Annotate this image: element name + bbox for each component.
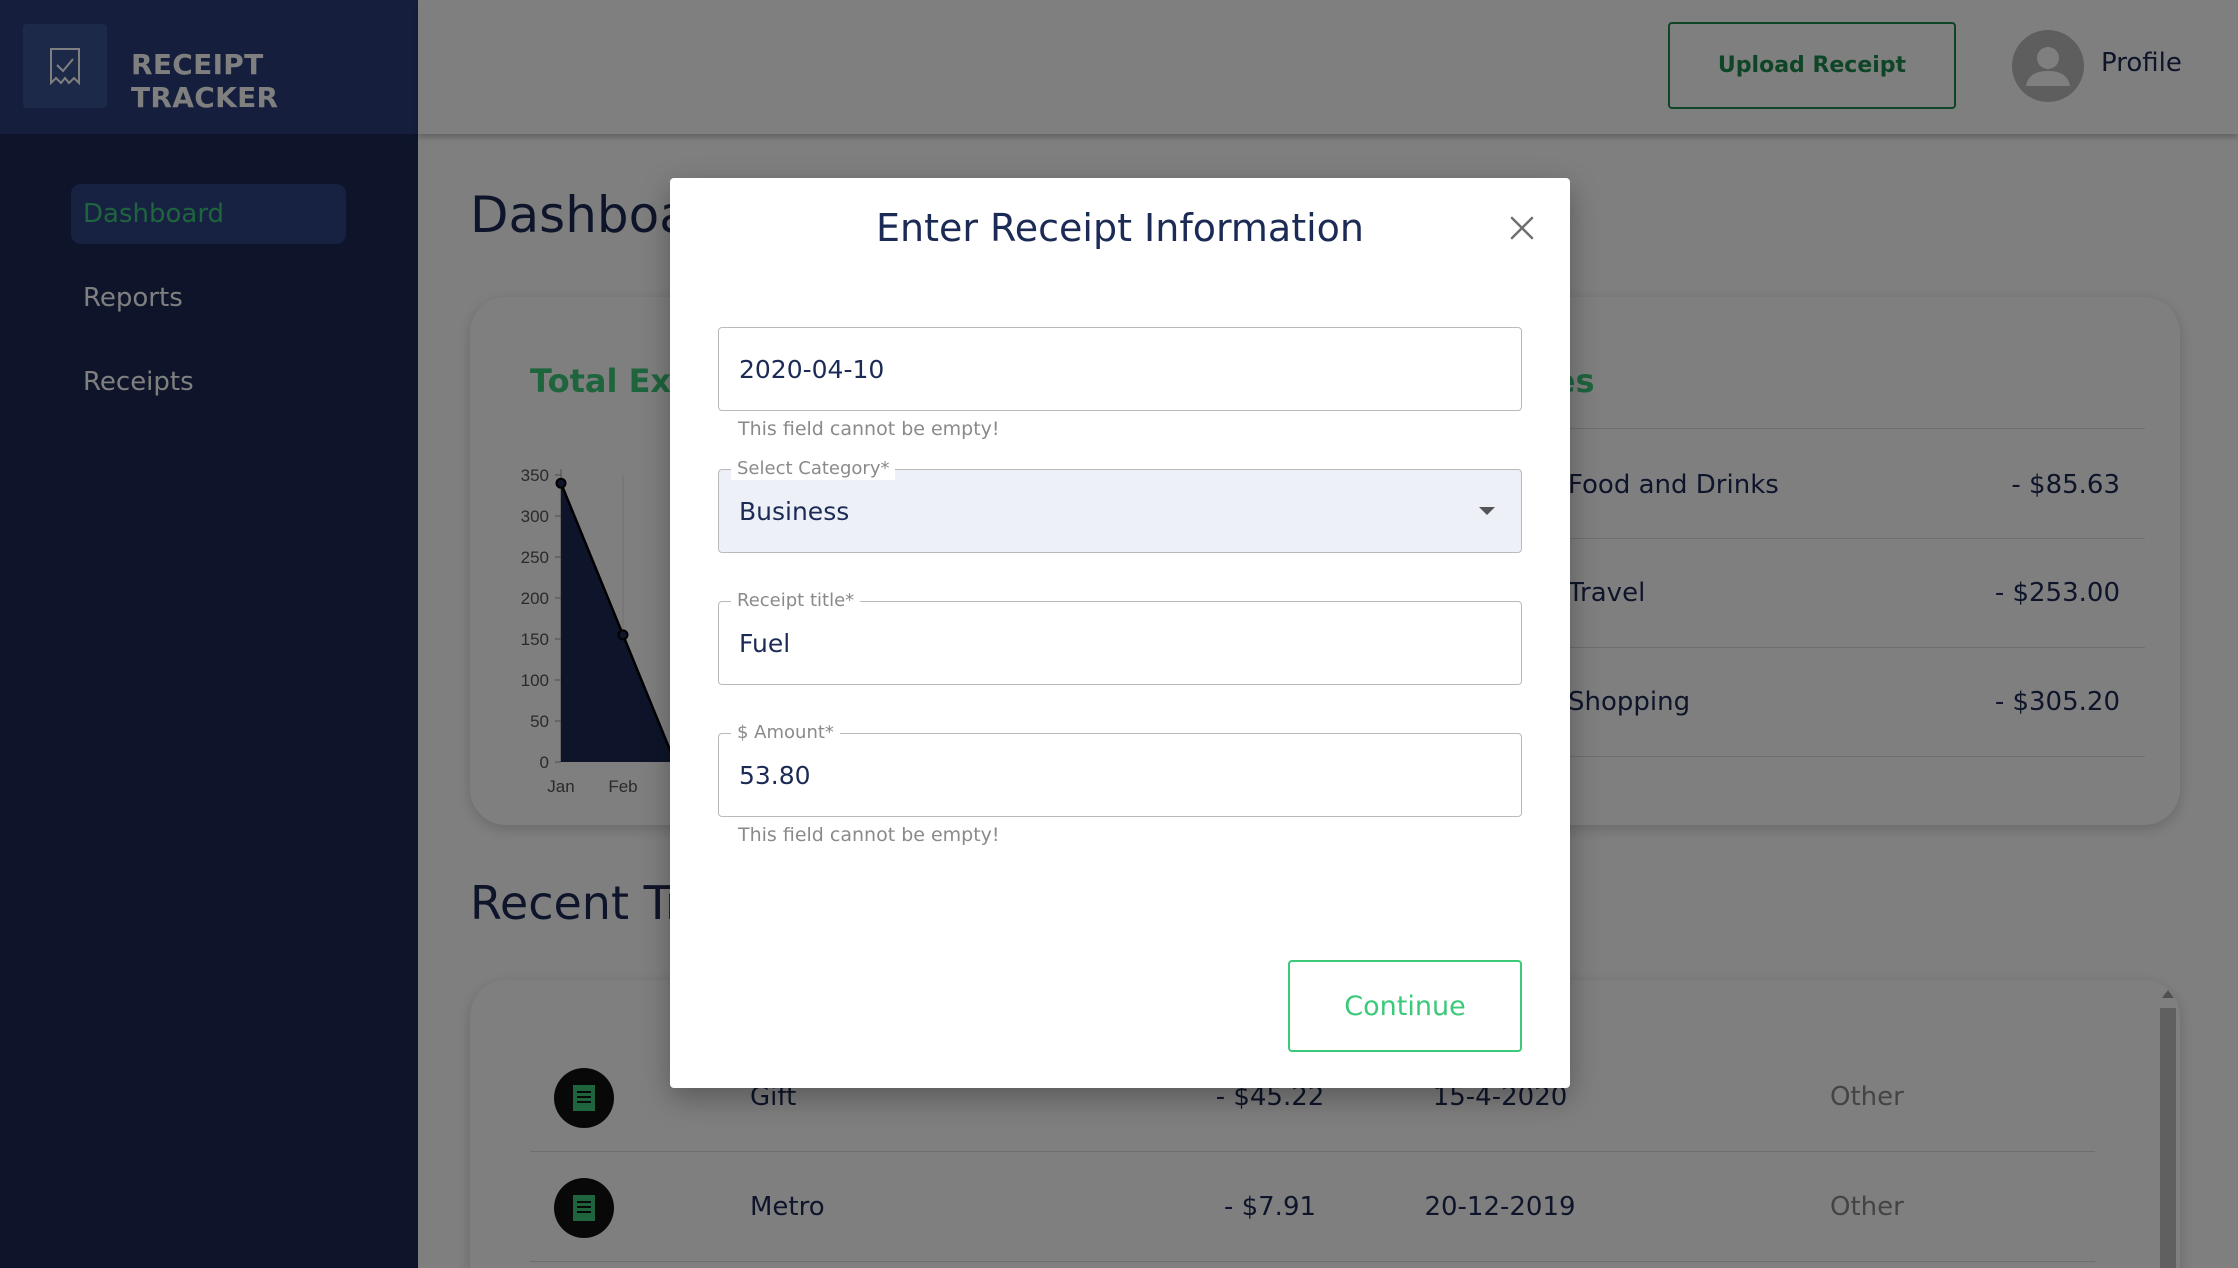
receipt-title-value: Fuel — [739, 629, 791, 658]
receipt-title-field[interactable]: Receipt title* Fuel — [718, 590, 1522, 685]
receipt-modal: Enter Receipt Information 2020-04-10 Thi… — [670, 178, 1570, 1088]
continue-button[interactable]: Continue — [1288, 960, 1522, 1052]
dropdown-arrow-icon — [1479, 507, 1495, 515]
date-value: 2020-04-10 — [739, 355, 885, 384]
amount-helper-text: This field cannot be empty! — [738, 824, 1000, 846]
amount-field[interactable]: $ Amount* 53.80 — [718, 722, 1522, 817]
date-helper-text: This field cannot be empty! — [738, 418, 1000, 440]
category-select[interactable]: Select Category* Business — [718, 458, 1522, 553]
modal-title: Enter Receipt Information — [875, 206, 1365, 250]
close-icon[interactable] — [1502, 208, 1542, 248]
amount-value: 53.80 — [739, 761, 811, 790]
date-field[interactable]: 2020-04-10 — [718, 327, 1522, 411]
category-select-value: Business — [739, 497, 850, 526]
